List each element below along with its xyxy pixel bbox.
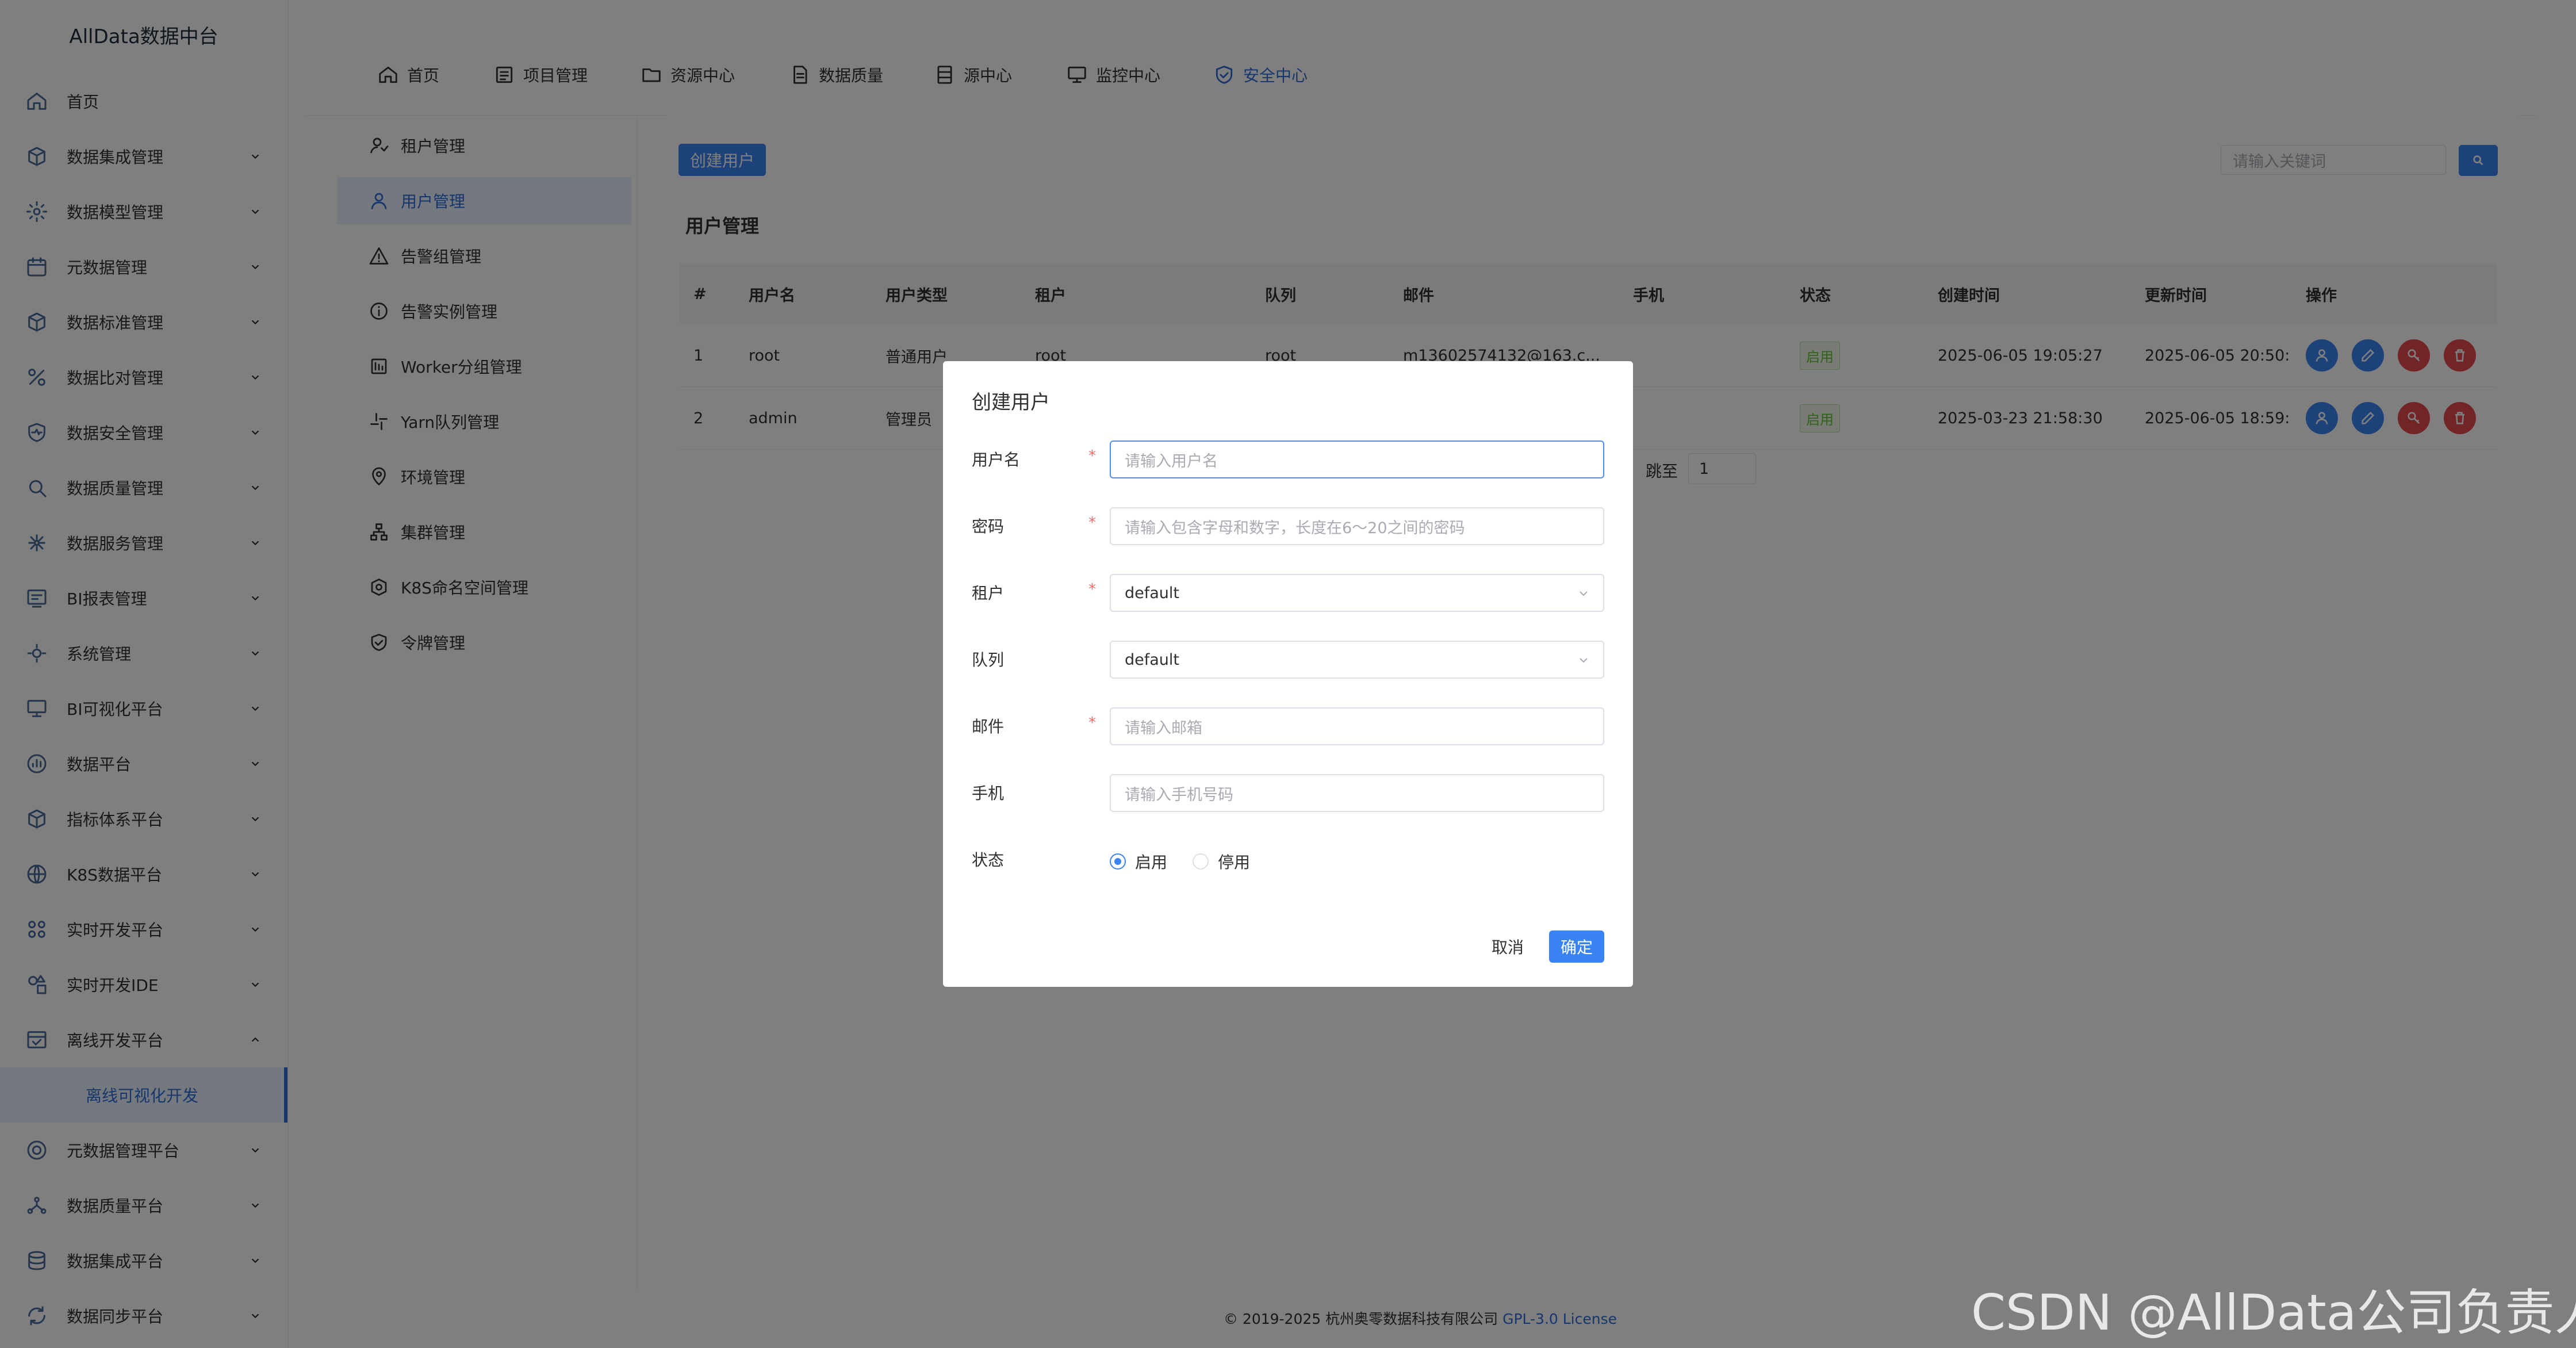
watermark: CSDN @AllData公司负责人 <box>1971 1284 2576 1342</box>
confirm-button[interactable]: 确定 <box>1549 930 1604 963</box>
cancel-button[interactable]: 取消 <box>1479 930 1536 963</box>
queue-label: 队列 <box>972 650 1005 669</box>
required-mark: * <box>1088 447 1096 465</box>
radio-dot <box>1193 853 1209 870</box>
radio-dot <box>1110 853 1126 870</box>
username-input[interactable]: 请输入用户名 <box>1110 441 1604 478</box>
radio-label: 启用 <box>1135 853 1168 872</box>
tenant-select-value: default <box>1125 584 1180 602</box>
queue-select-value: default <box>1125 650 1180 669</box>
required-mark: * <box>1088 714 1096 732</box>
password-input[interactable]: 请输入包含字母和数字，长度在6～20之间的密码 <box>1110 507 1604 545</box>
dialog-title: 创建用户 <box>972 391 1050 414</box>
radio-label: 停用 <box>1218 853 1251 872</box>
phone-input[interactable]: 请输入手机号码 <box>1110 774 1604 812</box>
email-label: 邮件 <box>972 717 1005 736</box>
chevron-down-icon <box>1580 591 1588 596</box>
required-mark: * <box>1088 514 1096 531</box>
status-radio-disabled[interactable]: 停用 <box>1193 850 1250 873</box>
email-input[interactable]: 请输入邮箱 <box>1110 707 1604 745</box>
username-label: 用户名 <box>972 450 1021 469</box>
required-mark: * <box>1088 581 1096 598</box>
tenant-select[interactable]: default <box>1110 574 1604 612</box>
status-radio-enabled[interactable]: 启用 <box>1110 850 1167 873</box>
password-label: 密码 <box>972 517 1005 536</box>
queue-select[interactable]: default <box>1110 641 1604 679</box>
tenant-label: 租户 <box>972 584 1005 603</box>
status-label: 状态 <box>972 851 1005 870</box>
chevron-down-icon <box>1580 658 1588 663</box>
phone-label: 手机 <box>972 784 1005 803</box>
